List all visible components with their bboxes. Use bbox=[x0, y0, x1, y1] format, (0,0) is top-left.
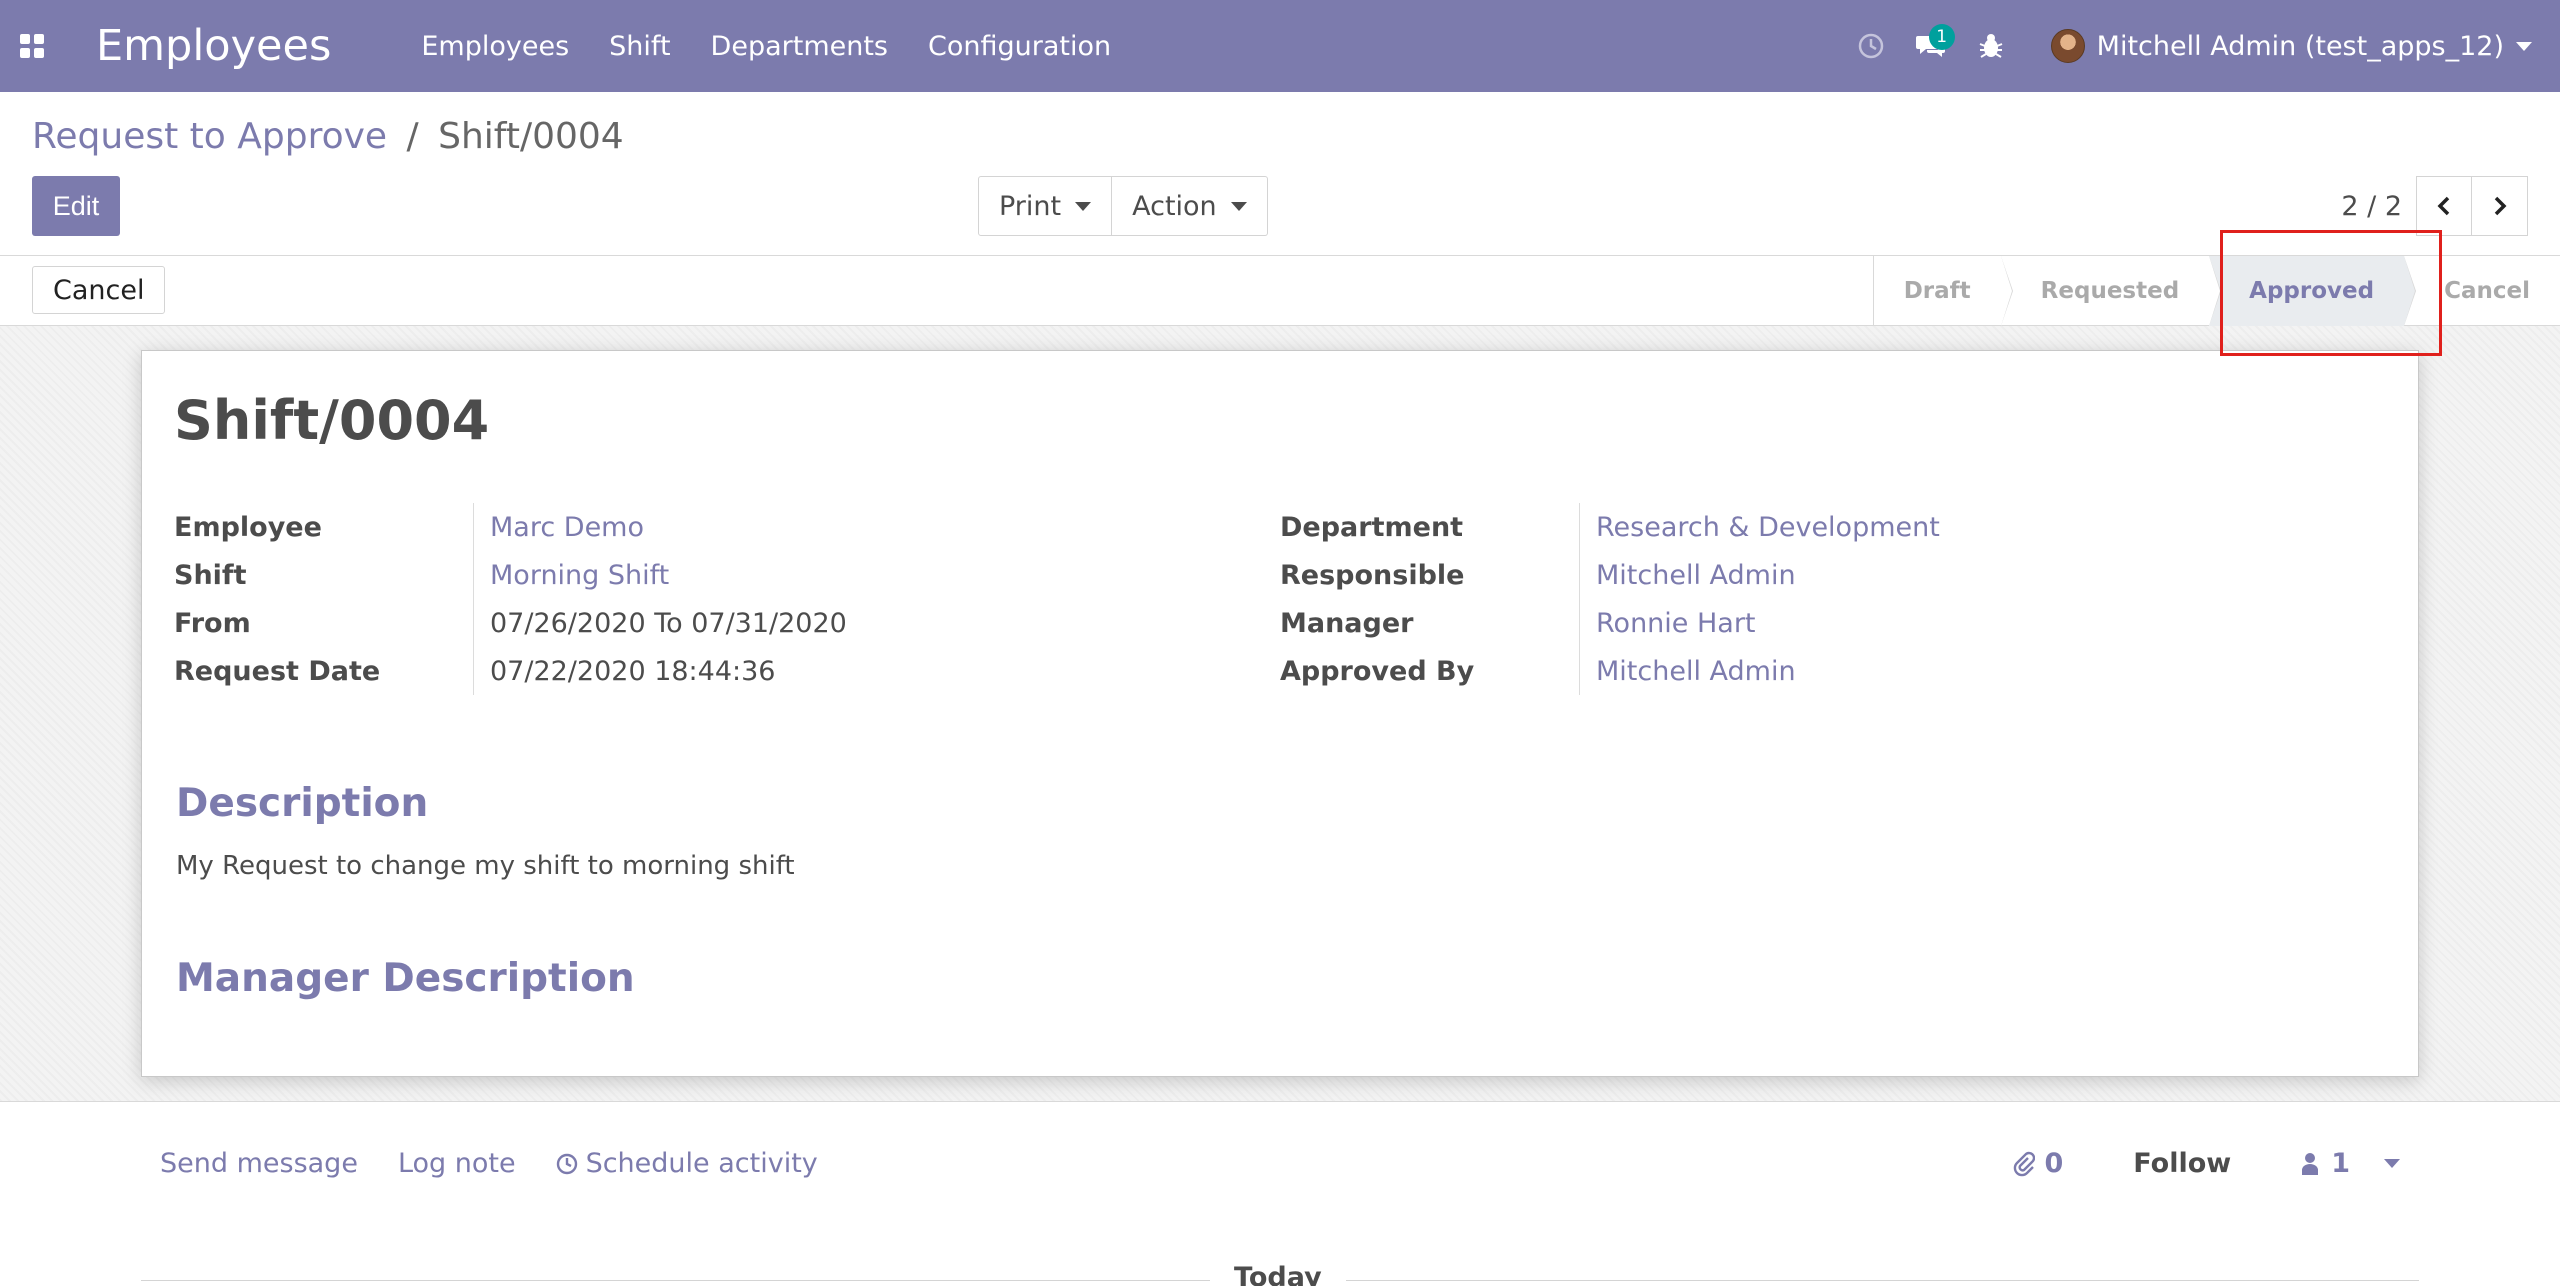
field-label: Department bbox=[1280, 503, 1580, 551]
menu-employees[interactable]: Employees bbox=[421, 31, 569, 62]
manager-description-heading: Manager Description bbox=[176, 956, 635, 1001]
field-label: Employee bbox=[174, 503, 474, 551]
activity-clock-icon[interactable] bbox=[1841, 0, 1901, 92]
followers-count: 1 bbox=[2331, 1148, 2350, 1179]
field-label: Responsible bbox=[1280, 551, 1580, 599]
menu-shift[interactable]: Shift bbox=[609, 31, 670, 62]
print-dropdown[interactable]: Print bbox=[978, 176, 1113, 236]
stage-draft[interactable]: Draft bbox=[1874, 256, 2013, 326]
field-request-date: Request Date 07/22/2020 18:44:36 bbox=[174, 647, 847, 695]
log-note-label: Log note bbox=[397, 1148, 516, 1179]
record-title: Shift/0004 bbox=[174, 389, 490, 452]
date-separator-label: Today bbox=[1210, 1262, 1346, 1286]
pager-value[interactable]: 2 / 2 bbox=[2341, 191, 2402, 222]
user-menu[interactable]: Mitchell Admin (test_apps_12) bbox=[2050, 29, 2532, 63]
breadcrumb: Request to Approve / Shift/0004 bbox=[32, 116, 624, 157]
chevron-down-icon bbox=[2384, 1159, 2400, 1168]
employee-link[interactable]: Marc Demo bbox=[474, 512, 644, 543]
form-sheet: Shift/0004 Employee Marc Demo Shift Morn… bbox=[141, 350, 2419, 1077]
top-navbar: Employees Employees Shift Departments Co… bbox=[0, 0, 2560, 92]
messages-badge: 1 bbox=[1928, 24, 1955, 50]
stage-cancel[interactable]: Cancel bbox=[2404, 256, 2560, 326]
field-manager: Manager Ronnie Hart bbox=[1280, 599, 1940, 647]
chatter-followers-area: 0 Follow 1 bbox=[2013, 1148, 2400, 1179]
field-label: Manager bbox=[1280, 599, 1580, 647]
user-avatar bbox=[2050, 29, 2085, 63]
edit-button[interactable]: Edit bbox=[32, 176, 120, 236]
breadcrumb-separator: / bbox=[406, 116, 419, 157]
date-range-value: 07/26/2020 To 07/31/2020 bbox=[490, 607, 847, 639]
followers-dropdown[interactable]: 1 bbox=[2301, 1148, 2400, 1179]
attachments-button[interactable]: 0 bbox=[2013, 1148, 2064, 1179]
chatter-topbar: Send message Log note Schedule activity bbox=[160, 1148, 818, 1179]
pager-next-button[interactable] bbox=[2472, 176, 2528, 236]
description-text: My Request to change my shift to morning… bbox=[176, 851, 795, 881]
form-statusbar: Cancel Draft Requested Approved Cancel bbox=[0, 256, 2560, 326]
stage-requested[interactable]: Requested bbox=[2001, 256, 2221, 326]
shift-link[interactable]: Morning Shift bbox=[474, 560, 669, 591]
action-dropdown[interactable]: Action bbox=[1112, 176, 1268, 236]
field-department: Department Research & Development bbox=[1280, 503, 1940, 551]
manager-link[interactable]: Ronnie Hart bbox=[1580, 608, 1756, 639]
debug-bug-icon[interactable] bbox=[1961, 0, 2021, 92]
right-field-group: Department Research & Development Respon… bbox=[1280, 503, 1940, 695]
department-link[interactable]: Research & Development bbox=[1580, 512, 1940, 543]
field-responsible: Responsible Mitchell Admin bbox=[1280, 551, 1940, 599]
app-brand[interactable]: Employees bbox=[96, 21, 331, 71]
user-icon bbox=[2302, 1152, 2319, 1175]
chevron-right-icon bbox=[2494, 196, 2506, 216]
apps-menu-icon[interactable] bbox=[0, 0, 64, 92]
menu-configuration[interactable]: Configuration bbox=[928, 31, 1111, 62]
field-label: Request Date bbox=[174, 647, 474, 695]
chevron-down-icon bbox=[2516, 41, 2532, 51]
action-label: Action bbox=[1132, 190, 1217, 222]
field-shift: Shift Morning Shift bbox=[174, 551, 847, 599]
responsible-link[interactable]: Mitchell Admin bbox=[1580, 560, 1796, 591]
print-label: Print bbox=[999, 190, 1062, 222]
chevron-left-icon bbox=[2437, 196, 2450, 216]
user-name: Mitchell Admin (test_apps_12) bbox=[2096, 30, 2504, 62]
breadcrumb-current: Shift/0004 bbox=[438, 116, 624, 157]
log-note-button[interactable]: Log note bbox=[398, 1148, 516, 1179]
cancel-button[interactable]: Cancel bbox=[32, 266, 166, 314]
control-panel: Request to Approve / Shift/0004 Edit Pri… bbox=[0, 92, 2560, 256]
field-label: Shift bbox=[174, 551, 474, 599]
pager-previous-button[interactable] bbox=[2416, 176, 2472, 236]
pager: 2 / 2 bbox=[2341, 176, 2528, 236]
attachments-count: 0 bbox=[2044, 1148, 2064, 1179]
description-heading: Description bbox=[176, 781, 429, 826]
caret-down-icon bbox=[1075, 201, 1092, 211]
field-label: Approved By bbox=[1280, 647, 1580, 695]
field-approved-by: Approved By Mitchell Admin bbox=[1280, 647, 1940, 695]
sidebar-actions: Print Action bbox=[978, 176, 1268, 236]
paperclip-icon bbox=[2013, 1151, 2035, 1176]
send-message-label: Send message bbox=[160, 1148, 358, 1179]
request-date-value: 07/22/2020 18:44:36 bbox=[490, 655, 776, 687]
field-from: From 07/26/2020 To 07/31/2020 bbox=[174, 599, 847, 647]
caret-down-icon bbox=[1230, 201, 1247, 211]
field-employee: Employee Marc Demo bbox=[174, 503, 847, 551]
menu-departments[interactable]: Departments bbox=[711, 31, 888, 62]
send-message-button[interactable]: Send message bbox=[160, 1148, 358, 1179]
breadcrumb-parent[interactable]: Request to Approve bbox=[32, 116, 387, 157]
follow-button[interactable]: Follow bbox=[2133, 1148, 2231, 1179]
field-label: From bbox=[174, 599, 474, 647]
status-stages: Draft Requested Approved Cancel bbox=[1872, 256, 2560, 326]
schedule-activity-button[interactable]: Schedule activity bbox=[556, 1148, 818, 1179]
messages-icon[interactable]: 1 bbox=[1901, 0, 1961, 92]
left-field-group: Employee Marc Demo Shift Morning Shift F… bbox=[174, 503, 847, 695]
stage-approved[interactable]: Approved bbox=[2209, 256, 2417, 326]
clock-icon bbox=[556, 1153, 577, 1174]
approved-by-link[interactable]: Mitchell Admin bbox=[1580, 656, 1796, 687]
schedule-activity-label: Schedule activity bbox=[585, 1148, 818, 1179]
